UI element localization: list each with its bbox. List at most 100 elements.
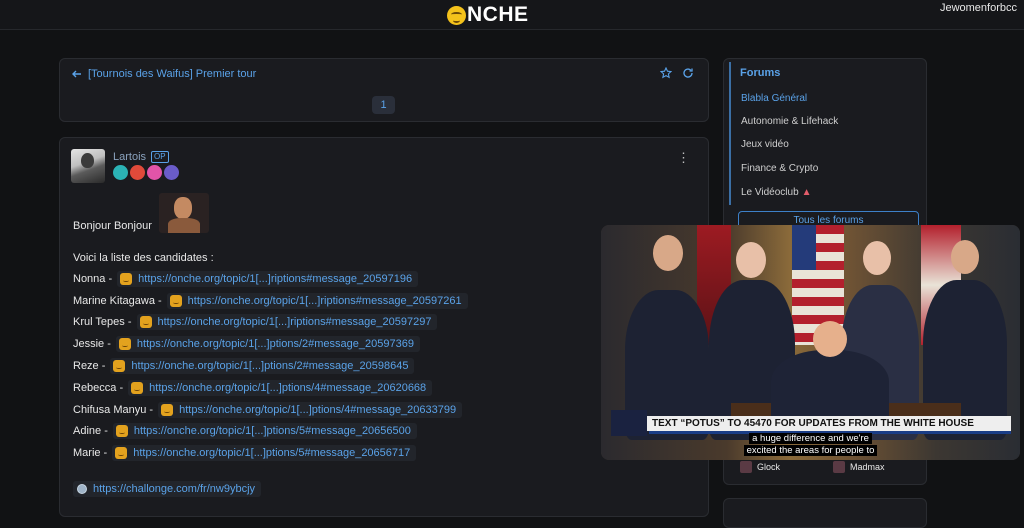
badge-icon	[147, 165, 162, 180]
sidebar-card-2	[723, 498, 927, 528]
candidate-name: Chifusa Manyu -	[73, 403, 154, 416]
link-text: https://onche.org/topic/1[...]ptions/2#m…	[136, 338, 414, 351]
candidate-link[interactable]: https://onche.org/topic/1[...]ptions/4#m…	[128, 379, 433, 396]
candidate-name: Nonna -	[73, 272, 113, 285]
smiley-icon	[169, 294, 182, 307]
candidate-link[interactable]: https://onche.org/topic/1[...]ptions/5#m…	[112, 423, 417, 440]
online-user[interactable]: Glock	[740, 461, 780, 473]
caption-text: excited the areas for people to	[743, 445, 878, 456]
person-head	[813, 321, 847, 357]
avatar	[740, 461, 752, 473]
person-figure	[771, 350, 889, 420]
link-text: https://onche.org/topic/1[...]riptions#m…	[157, 316, 432, 329]
chyron-text: TEXT “POTUS” TO 45470 FOR UPDATES FROM T…	[652, 418, 974, 429]
candidate-link[interactable]: https://onche.org/topic/1[...]ptions/5#m…	[112, 445, 417, 462]
online-user[interactable]: Madmax	[833, 461, 885, 473]
list-item: Rebecca - https://onche.org/topic/1[...]p…	[73, 377, 468, 399]
smiley-icon	[118, 338, 131, 351]
page-number-button[interactable]: 1	[372, 96, 395, 114]
candidate-name: Reze -	[73, 360, 106, 373]
author-name[interactable]: Lartois	[113, 151, 146, 163]
topic-title: [Tournois des Waifus] Premier tour	[88, 68, 257, 80]
logo-text: NCHE	[467, 3, 529, 26]
link-text: https://onche.org/topic/1[...]ptions/4#m…	[149, 381, 427, 394]
news-chyron: TEXT “POTUS” TO 45470 FOR UPDATES FROM T…	[611, 410, 1011, 436]
sidebar-title: Forums	[740, 67, 781, 79]
sidebar-item-jeux-video[interactable]: Jeux vidéo	[741, 139, 789, 150]
sidebar-accent-bar	[729, 62, 731, 205]
link-text: https://onche.org/topic/1[...]riptions#m…	[187, 294, 462, 307]
smiley-icon	[115, 447, 128, 460]
candidate-name: Marie -	[73, 447, 108, 460]
external-link[interactable]: https://challonge.com/fr/nw9ybcjy	[73, 481, 262, 497]
candidate-name: Rebecca -	[73, 381, 124, 394]
online-user-name: Madmax	[850, 462, 885, 472]
link-text: https://onche.org/topic/1[...]ptions/5#m…	[133, 425, 411, 438]
link-text: https://onche.org/topic/1[...]ptions/2#m…	[131, 360, 409, 373]
caption-line: excited the areas for people to	[601, 445, 1020, 456]
post-intro: Voici la liste des candidates :	[73, 252, 214, 264]
list-item: Reze - https://onche.org/topic/1[...]ptio…	[73, 355, 468, 377]
candidate-name: Jessie -	[73, 338, 111, 351]
smiley-logo-icon	[447, 5, 466, 25]
candidate-link[interactable]: https://onche.org/topic/1[...]riptions#m…	[166, 292, 468, 309]
topic-title-link[interactable]: [Tournois des Waifus] Premier tour	[72, 68, 256, 80]
smiley-icon	[120, 272, 133, 285]
candidate-link[interactable]: https://onche.org/topic/1[...]ptions/4#m…	[158, 401, 463, 418]
sidebar-item-label: Le Vidéoclub	[741, 187, 799, 198]
topic-actions	[660, 67, 694, 79]
video-overlay[interactable]: TEXT “POTUS” TO 45470 FOR UPDATES FROM T…	[601, 225, 1020, 460]
caption-text: a huge difference and we're	[749, 433, 872, 444]
person-head	[863, 241, 891, 275]
post-author: Lartois OP	[113, 151, 169, 163]
username-link[interactable]: Jewomenforbcc	[940, 2, 1017, 14]
candidate-list: Nonna - https://onche.org/topic/1[...]rip…	[73, 268, 468, 464]
more-options-icon[interactable]: ⋮	[677, 151, 690, 164]
user-badges	[113, 165, 179, 180]
star-icon[interactable]	[660, 67, 672, 79]
online-user-name: Glock	[757, 462, 781, 472]
candidate-link[interactable]: https://onche.org/topic/1[...]ptions/2#m…	[115, 336, 420, 353]
list-item: Jessie - https://onche.org/topic/1[...]pt…	[73, 333, 468, 355]
link-text: https://onche.org/topic/1[...]ptions/4#m…	[179, 403, 457, 416]
badge-icon	[113, 165, 128, 180]
sidebar-item-finance[interactable]: Finance & Crypto	[741, 163, 818, 174]
badge-icon	[164, 165, 179, 180]
candidate-link[interactable]: https://onche.org/topic/1[...]riptions#m…	[136, 314, 438, 331]
list-item: Chifusa Manyu - https://onche.org/topic/1…	[73, 399, 468, 421]
refresh-icon[interactable]	[682, 67, 694, 79]
external-link-text: https://challonge.com/fr/nw9ybcjy	[93, 483, 256, 495]
globe-icon	[77, 484, 87, 494]
sidebar-item-autonomie[interactable]: Autonomie & Lifehack	[741, 116, 838, 127]
sidebar-item-blabla[interactable]: Blabla Général	[741, 93, 807, 104]
list-item: Marie - https://onche.org/topic/1[...]pti…	[73, 442, 468, 464]
candidate-name: Adine -	[73, 425, 108, 438]
candidate-link[interactable]: https://onche.org/topic/1[...]ptions/2#m…	[110, 358, 415, 375]
smiley-icon	[113, 360, 126, 373]
person-head	[736, 242, 766, 278]
list-item: Nonna - https://onche.org/topic/1[...]rip…	[73, 268, 468, 290]
person-head	[653, 235, 683, 271]
badge-icon	[130, 165, 145, 180]
avatar[interactable]	[71, 149, 105, 183]
top-bar: NCHE Jewomenforbcc	[0, 0, 1024, 30]
caption-line: a huge difference and we're	[601, 433, 1020, 444]
link-text: https://onche.org/topic/1[...]riptions#m…	[138, 272, 413, 285]
site-logo[interactable]: NCHE	[447, 0, 529, 30]
smiley-icon	[115, 425, 128, 438]
link-text: https://onche.org/topic/1[...]ptions/5#m…	[133, 447, 411, 460]
candidate-link[interactable]: https://onche.org/topic/1[...]riptions#m…	[117, 270, 419, 287]
smiley-icon	[139, 316, 152, 329]
topic-header: [Tournois des Waifus] Premier tour 1	[59, 58, 709, 122]
sticker-image	[159, 193, 209, 233]
list-item: Krul Tepes - https://onche.org/topic/1[..…	[73, 312, 468, 334]
ticket-icon: ▲	[801, 187, 812, 198]
arrow-left-icon	[72, 70, 81, 78]
candidate-name: Marine Kitagawa -	[73, 294, 162, 307]
list-item: Marine Kitagawa - https://onche.org/topic…	[73, 290, 468, 312]
sidebar-item-videoclub[interactable]: Le Vidéoclub ▲	[741, 187, 812, 198]
post-greeting: Bonjour Bonjour	[73, 220, 152, 232]
list-item: Adine - https://onche.org/topic/1[...]pti…	[73, 421, 468, 443]
smiley-icon	[161, 403, 174, 416]
avatar	[833, 461, 845, 473]
